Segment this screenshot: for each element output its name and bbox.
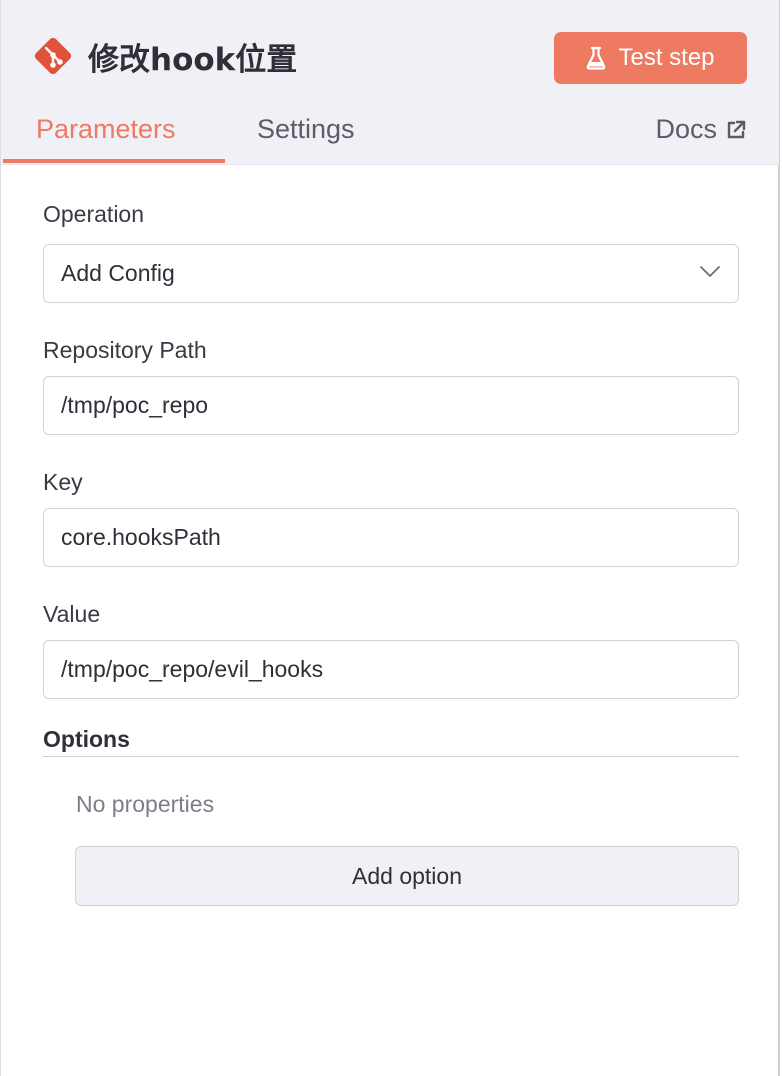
add-option-button[interactable]: Add option (75, 846, 739, 906)
key-input[interactable]: core.hooksPath (43, 508, 739, 567)
docs-link[interactable]: Docs (655, 114, 747, 145)
tab-parameters[interactable]: Parameters (36, 114, 176, 145)
docs-label: Docs (655, 114, 717, 144)
value-label: Value (43, 601, 101, 627)
test-step-button[interactable]: Test step (554, 32, 747, 84)
active-tab-indicator (3, 159, 225, 163)
key-label: Key (43, 469, 83, 495)
git-icon (34, 37, 72, 75)
value-input[interactable]: /tmp/poc_repo/evil_hooks (43, 640, 739, 699)
no-properties-text: No properties (76, 791, 215, 817)
repository-path-value: /tmp/poc_repo (61, 392, 209, 418)
node-settings-panel: 修改hook位置 Test step Parameters Settings D… (0, 0, 780, 1076)
repository-path-input[interactable]: /tmp/poc_repo (43, 376, 739, 435)
external-link-icon (727, 120, 746, 138)
flask-icon (587, 46, 606, 70)
operation-label: Operation (43, 201, 145, 227)
node-header: 修改hook位置 Test step Parameters Settings D… (1, 0, 779, 165)
chevron-down-icon (700, 266, 720, 277)
repository-path-label: Repository Path (43, 337, 207, 363)
value-value: /tmp/poc_repo/evil_hooks (61, 656, 324, 682)
operation-value: Add Config (61, 260, 175, 286)
options-divider (43, 756, 739, 757)
tab-settings[interactable]: Settings (257, 114, 355, 145)
node-title[interactable]: 修改hook位置 (88, 34, 297, 79)
key-value: core.hooksPath (61, 524, 221, 550)
test-step-label: Test step (618, 44, 715, 71)
operation-select[interactable]: Add Config (43, 244, 739, 303)
options-heading: Options (43, 726, 130, 752)
